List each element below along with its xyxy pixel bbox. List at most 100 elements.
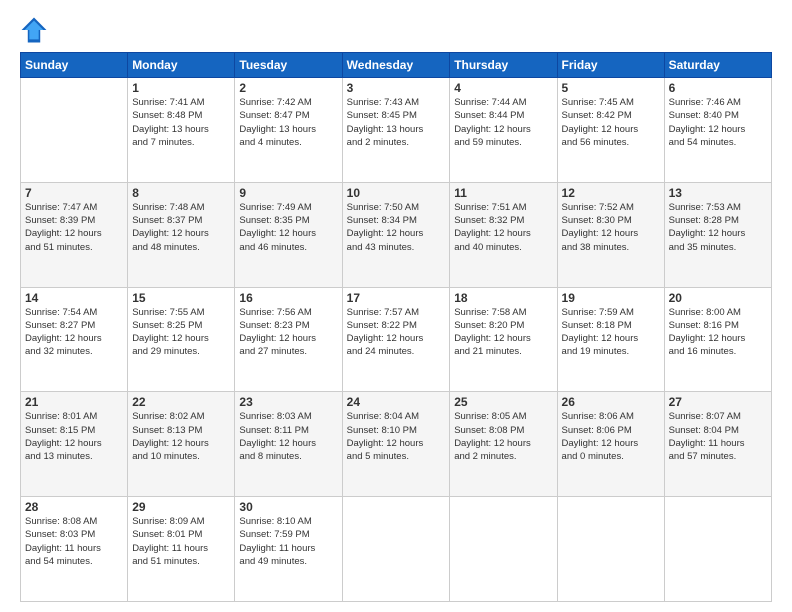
week-row-3: 14Sunrise: 7:54 AMSunset: 8:27 PMDayligh…	[21, 287, 772, 392]
day-number: 10	[347, 186, 446, 200]
day-cell: 20Sunrise: 8:00 AMSunset: 8:16 PMDayligh…	[664, 287, 771, 392]
week-row-1: 1Sunrise: 7:41 AMSunset: 8:48 PMDaylight…	[21, 78, 772, 183]
day-number: 6	[669, 81, 767, 95]
day-cell: 13Sunrise: 7:53 AMSunset: 8:28 PMDayligh…	[664, 182, 771, 287]
day-number: 24	[347, 395, 446, 409]
day-number: 25	[454, 395, 552, 409]
day-info: Sunrise: 7:56 AMSunset: 8:23 PMDaylight:…	[239, 306, 337, 359]
weekday-header-sunday: Sunday	[21, 53, 128, 78]
day-info: Sunrise: 8:10 AMSunset: 7:59 PMDaylight:…	[239, 515, 337, 568]
day-info: Sunrise: 8:01 AMSunset: 8:15 PMDaylight:…	[25, 410, 123, 463]
day-info: Sunrise: 7:51 AMSunset: 8:32 PMDaylight:…	[454, 201, 552, 254]
day-info: Sunrise: 7:57 AMSunset: 8:22 PMDaylight:…	[347, 306, 446, 359]
day-info: Sunrise: 7:48 AMSunset: 8:37 PMDaylight:…	[132, 201, 230, 254]
day-number: 15	[132, 291, 230, 305]
page: SundayMondayTuesdayWednesdayThursdayFrid…	[0, 0, 792, 612]
day-info: Sunrise: 7:53 AMSunset: 8:28 PMDaylight:…	[669, 201, 767, 254]
weekday-header-saturday: Saturday	[664, 53, 771, 78]
day-cell: 14Sunrise: 7:54 AMSunset: 8:27 PMDayligh…	[21, 287, 128, 392]
day-number: 18	[454, 291, 552, 305]
weekday-header-tuesday: Tuesday	[235, 53, 342, 78]
day-number: 5	[562, 81, 660, 95]
day-info: Sunrise: 7:58 AMSunset: 8:20 PMDaylight:…	[454, 306, 552, 359]
weekday-header-row: SundayMondayTuesdayWednesdayThursdayFrid…	[21, 53, 772, 78]
day-info: Sunrise: 8:04 AMSunset: 8:10 PMDaylight:…	[347, 410, 446, 463]
day-cell: 23Sunrise: 8:03 AMSunset: 8:11 PMDayligh…	[235, 392, 342, 497]
day-cell: 25Sunrise: 8:05 AMSunset: 8:08 PMDayligh…	[450, 392, 557, 497]
day-cell	[342, 497, 450, 602]
day-number: 4	[454, 81, 552, 95]
day-info: Sunrise: 7:54 AMSunset: 8:27 PMDaylight:…	[25, 306, 123, 359]
day-cell: 22Sunrise: 8:02 AMSunset: 8:13 PMDayligh…	[128, 392, 235, 497]
day-info: Sunrise: 7:55 AMSunset: 8:25 PMDaylight:…	[132, 306, 230, 359]
day-number: 1	[132, 81, 230, 95]
weekday-header-thursday: Thursday	[450, 53, 557, 78]
day-number: 19	[562, 291, 660, 305]
day-cell: 18Sunrise: 7:58 AMSunset: 8:20 PMDayligh…	[450, 287, 557, 392]
week-row-2: 7Sunrise: 7:47 AMSunset: 8:39 PMDaylight…	[21, 182, 772, 287]
day-info: Sunrise: 7:47 AMSunset: 8:39 PMDaylight:…	[25, 201, 123, 254]
day-cell: 27Sunrise: 8:07 AMSunset: 8:04 PMDayligh…	[664, 392, 771, 497]
day-number: 7	[25, 186, 123, 200]
day-number: 26	[562, 395, 660, 409]
day-number: 16	[239, 291, 337, 305]
day-info: Sunrise: 8:03 AMSunset: 8:11 PMDaylight:…	[239, 410, 337, 463]
calendar-table: SundayMondayTuesdayWednesdayThursdayFrid…	[20, 52, 772, 602]
day-cell: 4Sunrise: 7:44 AMSunset: 8:44 PMDaylight…	[450, 78, 557, 183]
day-cell: 30Sunrise: 8:10 AMSunset: 7:59 PMDayligh…	[235, 497, 342, 602]
day-cell: 7Sunrise: 7:47 AMSunset: 8:39 PMDaylight…	[21, 182, 128, 287]
day-cell: 26Sunrise: 8:06 AMSunset: 8:06 PMDayligh…	[557, 392, 664, 497]
logo-icon	[20, 16, 48, 44]
day-info: Sunrise: 8:06 AMSunset: 8:06 PMDaylight:…	[562, 410, 660, 463]
day-info: Sunrise: 8:09 AMSunset: 8:01 PMDaylight:…	[132, 515, 230, 568]
day-number: 27	[669, 395, 767, 409]
day-cell: 5Sunrise: 7:45 AMSunset: 8:42 PMDaylight…	[557, 78, 664, 183]
day-cell: 3Sunrise: 7:43 AMSunset: 8:45 PMDaylight…	[342, 78, 450, 183]
day-number: 22	[132, 395, 230, 409]
weekday-header-monday: Monday	[128, 53, 235, 78]
day-cell: 9Sunrise: 7:49 AMSunset: 8:35 PMDaylight…	[235, 182, 342, 287]
day-cell: 29Sunrise: 8:09 AMSunset: 8:01 PMDayligh…	[128, 497, 235, 602]
day-number: 20	[669, 291, 767, 305]
day-info: Sunrise: 8:08 AMSunset: 8:03 PMDaylight:…	[25, 515, 123, 568]
day-number: 21	[25, 395, 123, 409]
week-row-4: 21Sunrise: 8:01 AMSunset: 8:15 PMDayligh…	[21, 392, 772, 497]
day-info: Sunrise: 8:00 AMSunset: 8:16 PMDaylight:…	[669, 306, 767, 359]
day-number: 23	[239, 395, 337, 409]
day-cell: 1Sunrise: 7:41 AMSunset: 8:48 PMDaylight…	[128, 78, 235, 183]
day-cell: 2Sunrise: 7:42 AMSunset: 8:47 PMDaylight…	[235, 78, 342, 183]
day-number: 2	[239, 81, 337, 95]
day-cell: 11Sunrise: 7:51 AMSunset: 8:32 PMDayligh…	[450, 182, 557, 287]
day-number: 3	[347, 81, 446, 95]
day-cell: 19Sunrise: 7:59 AMSunset: 8:18 PMDayligh…	[557, 287, 664, 392]
header	[20, 16, 772, 44]
day-cell	[450, 497, 557, 602]
day-number: 30	[239, 500, 337, 514]
day-info: Sunrise: 7:45 AMSunset: 8:42 PMDaylight:…	[562, 96, 660, 149]
day-info: Sunrise: 7:49 AMSunset: 8:35 PMDaylight:…	[239, 201, 337, 254]
day-info: Sunrise: 7:50 AMSunset: 8:34 PMDaylight:…	[347, 201, 446, 254]
day-cell	[21, 78, 128, 183]
day-number: 9	[239, 186, 337, 200]
day-number: 17	[347, 291, 446, 305]
day-info: Sunrise: 7:46 AMSunset: 8:40 PMDaylight:…	[669, 96, 767, 149]
day-number: 28	[25, 500, 123, 514]
day-info: Sunrise: 7:43 AMSunset: 8:45 PMDaylight:…	[347, 96, 446, 149]
day-cell: 21Sunrise: 8:01 AMSunset: 8:15 PMDayligh…	[21, 392, 128, 497]
day-info: Sunrise: 8:02 AMSunset: 8:13 PMDaylight:…	[132, 410, 230, 463]
day-cell: 10Sunrise: 7:50 AMSunset: 8:34 PMDayligh…	[342, 182, 450, 287]
day-info: Sunrise: 7:59 AMSunset: 8:18 PMDaylight:…	[562, 306, 660, 359]
day-number: 14	[25, 291, 123, 305]
day-info: Sunrise: 7:42 AMSunset: 8:47 PMDaylight:…	[239, 96, 337, 149]
day-cell: 12Sunrise: 7:52 AMSunset: 8:30 PMDayligh…	[557, 182, 664, 287]
day-cell: 8Sunrise: 7:48 AMSunset: 8:37 PMDaylight…	[128, 182, 235, 287]
weekday-header-wednesday: Wednesday	[342, 53, 450, 78]
day-info: Sunrise: 8:07 AMSunset: 8:04 PMDaylight:…	[669, 410, 767, 463]
day-number: 13	[669, 186, 767, 200]
day-info: Sunrise: 8:05 AMSunset: 8:08 PMDaylight:…	[454, 410, 552, 463]
day-cell: 24Sunrise: 8:04 AMSunset: 8:10 PMDayligh…	[342, 392, 450, 497]
day-number: 29	[132, 500, 230, 514]
day-cell	[557, 497, 664, 602]
day-cell: 28Sunrise: 8:08 AMSunset: 8:03 PMDayligh…	[21, 497, 128, 602]
weekday-header-friday: Friday	[557, 53, 664, 78]
